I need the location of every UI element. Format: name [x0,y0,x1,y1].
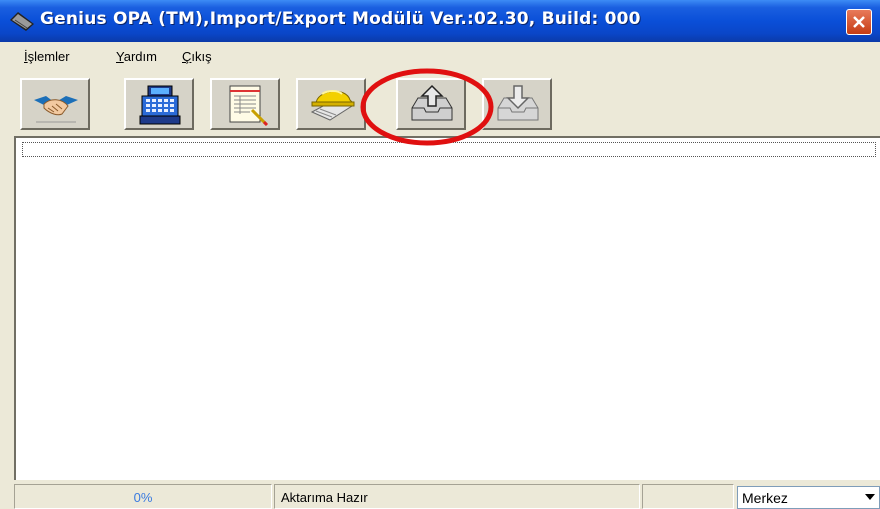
progress-panel: 0% [14,484,272,509]
status-message: Aktarıma Hazır [281,490,368,505]
branch-value: Merkez [742,490,788,506]
menu-yardim[interactable]: Yardım [116,49,157,64]
close-button[interactable] [846,9,872,35]
chevron-down-icon [865,494,875,500]
dropdown-button[interactable] [861,487,879,508]
toolbar-button-3[interactable] [210,78,280,130]
branch-select[interactable]: Merkez [737,486,880,509]
app-logo-icon [10,12,34,31]
handshake-icon [34,96,78,123]
toolbar-button-2[interactable] [124,78,194,130]
hardhat-blueprint-icon [310,90,355,121]
log-list[interactable] [14,136,880,480]
document-edit-icon [229,85,269,126]
annotation-circle [360,68,494,146]
status-bar: 0% Aktarıma Hazır Merkez [14,480,880,509]
close-icon [853,16,865,28]
status-panel: Aktarıma Hazır [274,484,640,509]
toolbar-button-4[interactable] [296,78,366,130]
tray-download-icon [497,85,539,121]
menu-cikis[interactable]: Çıkış [182,49,212,64]
menu-islemler[interactable]: İşlemler [24,49,70,64]
status-panel-empty [642,484,734,509]
progress-percent: 0% [133,490,153,505]
title-bar[interactable]: Genius OPA (TM),Import/Export Modülü Ver… [0,0,880,42]
toolbar-button-1[interactable] [20,78,90,130]
cash-register-icon [139,85,181,125]
window-title: Genius OPA (TM),Import/Export Modülü Ver… [40,9,641,29]
